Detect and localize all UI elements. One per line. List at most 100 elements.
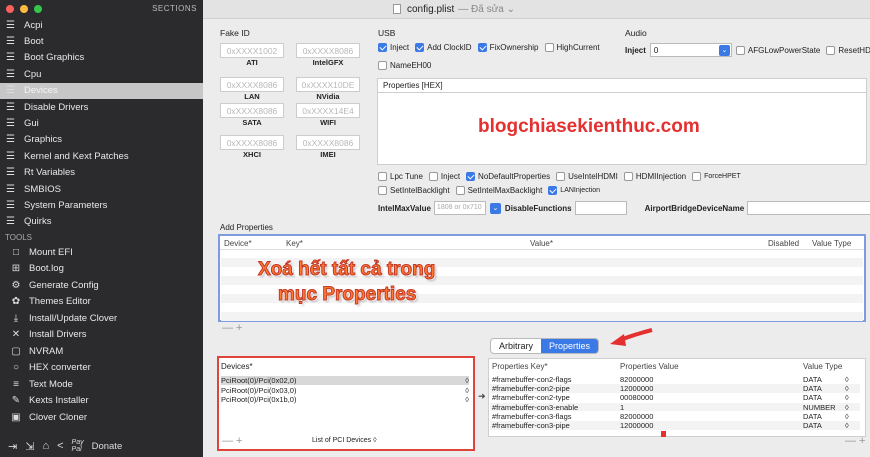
stepper-icon[interactable]: ◊ [845, 375, 849, 384]
stepper-icon[interactable]: ◊ [465, 395, 469, 404]
tool-boot-log[interactable]: ⊞ Boot.log [0, 261, 203, 278]
sidebar-item-boot-graphics[interactable]: ☰ Boot Graphics [0, 50, 203, 66]
fake-id-sata-label: SATA [242, 118, 262, 127]
property-row[interactable]: #framebuffer-con3-enable 1 NUMBER ◊ [490, 402, 860, 412]
fake-id-sata-field[interactable]: 0xXXXX8086 [220, 103, 284, 118]
cloner-icon: ▣ [11, 411, 21, 423]
close-button[interactable] [6, 5, 14, 13]
forcehpet-checkbox[interactable]: ForceHPET [692, 172, 741, 181]
nameeh00-checkbox[interactable]: NameEH00 [378, 61, 431, 70]
property-row[interactable]: #framebuffer-con3-flags 82000000 DATA ◊ [490, 412, 860, 421]
fake-id-xhci-field[interactable]: 0xXXXX8086 [220, 135, 284, 150]
useintelhdmi-checkbox[interactable]: UseIntelHDMI [556, 172, 618, 181]
tool-hex-converter[interactable]: ○ HEX converter [0, 360, 203, 377]
sidebar-item-acpi[interactable]: ☰ Acpi [0, 17, 203, 33]
col-device[interactable]: Device* [224, 239, 252, 248]
sidebar-item-quirks[interactable]: ☰ Quirks [0, 214, 203, 230]
log-icon: ⊞ [11, 263, 21, 275]
tool-mount-efi[interactable]: □ Mount EFI [0, 244, 203, 261]
home-icon[interactable]: ⌂ [42, 440, 49, 452]
tool-nvram[interactable]: ▢ NVRAM [0, 343, 203, 360]
sidebar-item-rt-variables[interactable]: ☰ Rt Variables [0, 165, 203, 181]
devices-add-remove[interactable]: — + [222, 435, 242, 447]
sidebar-item-disable-drivers[interactable]: ☰ Disable Drivers [0, 99, 203, 115]
property-row[interactable]: #framebuffer-con2-type 00080000 DATA ◊ [490, 393, 860, 402]
stepper-icon[interactable]: ◊ [845, 384, 849, 393]
hex-icon: ○ [12, 362, 20, 374]
tool-generate-config[interactable]: ⚙ Generate Config [0, 277, 203, 294]
chevron-down-icon[interactable]: ⌄ [489, 202, 501, 214]
stepper-icon[interactable]: ◊ [845, 403, 849, 412]
device-row[interactable]: PciRoot(0)/Pci(0x1b,0) ◊ [221, 395, 469, 404]
nodefaultproperties-checkbox[interactable]: NoDefaultProperties [466, 172, 550, 181]
tool-install-drivers[interactable]: ✕ Install Drivers [0, 327, 203, 344]
disablefunctions-field[interactable] [574, 201, 627, 215]
props-add-remove[interactable]: — + [845, 435, 865, 447]
drive-icon: □ [12, 246, 20, 258]
lpc-tune-checkbox[interactable]: Lpc Tune [378, 172, 423, 181]
text-icon: ≡ [13, 378, 19, 390]
tab-properties[interactable]: Properties [541, 339, 599, 353]
setintelmaxbacklight-checkbox[interactable]: SetIntelMaxBacklight [455, 186, 542, 195]
fake-id-intelgfx-field[interactable]: 0xXXXX8086 [296, 43, 360, 58]
hdmiinjection-checkbox[interactable]: HDMIInjection [623, 172, 686, 181]
stepper-icon[interactable]: ◊ [845, 421, 849, 430]
col-properties-key[interactable]: Properties Key* [492, 362, 548, 371]
stepper-icon[interactable]: ◊ [845, 393, 849, 402]
fake-id-wifi-field[interactable]: 0xXXXX14E4 [296, 103, 360, 118]
device-row[interactable]: PciRoot(0)/Pci(0x03,0) ◊ [221, 386, 469, 395]
audio-inject-select[interactable]: 0 ⌄ [649, 43, 732, 57]
stepper-icon[interactable]: ◊ [465, 376, 469, 385]
sidebar-item-graphics[interactable]: ☰ Graphics [0, 132, 203, 148]
col-value-type[interactable]: Value Type [803, 362, 842, 371]
donate-button[interactable]: Donate [92, 441, 123, 452]
fake-id-ati-field[interactable]: 0xXXXX1002 [220, 43, 284, 58]
sidebar-item-devices[interactable]: ☰ Devices [0, 82, 203, 99]
col-value[interactable]: Value* [530, 239, 553, 248]
property-row[interactable]: #framebuffer-con2-pipe 12000000 DATA ◊ [490, 384, 860, 393]
tool-clover-cloner[interactable]: ▣ Clover Cloner [0, 409, 203, 426]
col-disabled[interactable]: Disabled [768, 239, 799, 248]
fixownership-checkbox[interactable]: FixOwnership [477, 43, 539, 52]
sidebar-item-boot[interactable]: ☰ Boot [0, 33, 203, 49]
add-clockid-checkbox[interactable]: Add ClockID [415, 43, 472, 52]
share-icon[interactable]: < [57, 440, 63, 452]
tool-text-mode[interactable]: ≡ Text Mode [0, 376, 203, 393]
open-icon[interactable]: ⇥ [8, 440, 17, 453]
pci-devices-select[interactable]: List of PCI Devices ◊ [312, 437, 377, 444]
export-icon[interactable]: ⇲ [25, 440, 34, 453]
airportbridge-field[interactable] [747, 201, 870, 215]
zoom-button[interactable] [34, 5, 42, 13]
window-subtitle[interactable]: — Đã sửa ⌄ [458, 4, 515, 15]
property-row[interactable]: #framebuffer-con2-flags 82000000 DATA ◊ [490, 375, 860, 384]
property-row[interactable]: #framebuffer-con3-pipe 12000000 DATA ◊ [490, 421, 860, 430]
highcurrent-checkbox[interactable]: HighCurrent [544, 43, 600, 52]
sidebar-item-system-parameters[interactable]: ☰ System Parameters [0, 197, 203, 213]
fake-id-imei-field[interactable]: 0xXXXX8086 [296, 135, 360, 150]
stepper-icon[interactable]: ◊ [845, 412, 849, 421]
tool-install-update-clover[interactable]: ⤓ Install/Update Clover [0, 310, 203, 327]
sidebar-item-cpu[interactable]: ☰ Cpu [0, 66, 203, 82]
add-remove-buttons[interactable]: — + [222, 322, 242, 334]
fake-id-nvidia-field[interactable]: 0xXXXX10DE [296, 77, 360, 92]
usb-inject-checkbox[interactable]: Inject [378, 43, 409, 52]
col-key[interactable]: Key* [286, 239, 303, 248]
tool-themes-editor[interactable]: ✿ Themes Editor [0, 294, 203, 311]
afglowpowerstate-checkbox[interactable]: AFGLowPowerState [735, 45, 820, 55]
intelmaxvalue-field[interactable]: 1808 or 0x710 [433, 201, 486, 215]
col-properties-value[interactable]: Properties Value [620, 362, 679, 371]
sidebar-item-gui[interactable]: ☰ Gui [0, 115, 203, 131]
fake-id-lan-field[interactable]: 0xXXXX8086 [220, 77, 284, 92]
setintelbacklight-checkbox[interactable]: SetIntelBacklight [378, 186, 450, 195]
sidebar-item-kernel-and-kext-patches[interactable]: ☰ Kernel and Kext Patches [0, 148, 203, 164]
stepper-icon[interactable]: ◊ [465, 386, 469, 395]
minimize-button[interactable] [20, 5, 28, 13]
sidebar-item-smbios[interactable]: ☰ SMBIOS [0, 181, 203, 197]
device-row[interactable]: PciRoot(0)/Pci(0x02,0) ◊ [221, 376, 469, 385]
tab-arbitrary[interactable]: Arbitrary [491, 339, 541, 353]
col-value-type[interactable]: Value Type [812, 239, 851, 248]
options-inject-checkbox[interactable]: Inject [428, 172, 460, 181]
resethda-checkbox[interactable]: ResetHDA [826, 45, 870, 55]
laninjection-checkbox[interactable]: LANInjection [548, 186, 600, 195]
tool-kexts-installer[interactable]: ✎ Kexts Installer [0, 393, 203, 410]
